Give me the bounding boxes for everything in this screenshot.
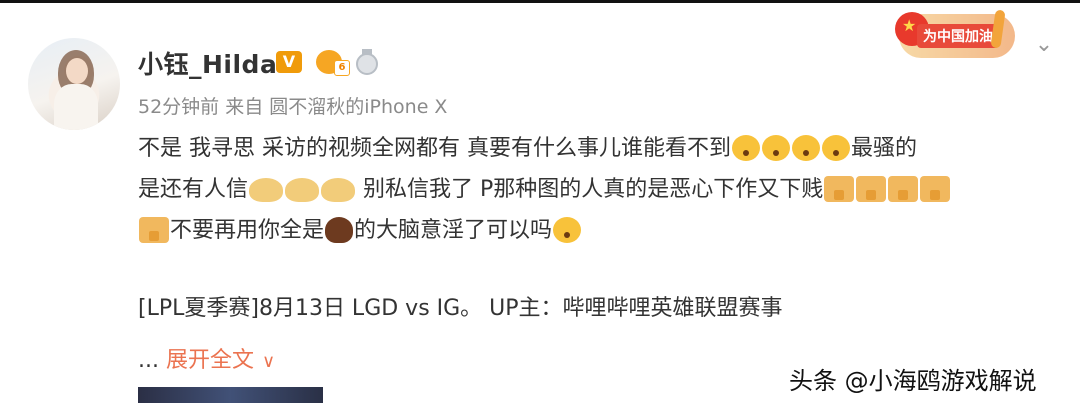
- username[interactable]: 小钰_Hilda: [138, 45, 277, 81]
- thumbs-down-icon: [888, 176, 919, 202]
- expand-full-text[interactable]: ... 展开全文 ∨: [138, 342, 275, 374]
- expand-label: 展开全文: [165, 348, 254, 373]
- surprised-face-icon: [821, 135, 850, 161]
- video-thumbnail[interactable]: [138, 387, 323, 403]
- content-line-2: 是还有人信 别私信我了 P那种图的人真的是恶心下作又下贱: [138, 169, 1053, 210]
- thumbs-down-icon: [824, 176, 855, 202]
- medal-icon[interactable]: [356, 49, 378, 75]
- thumbs-down-icon: [856, 176, 887, 202]
- content-text: 的大脑意淫了可以吗: [354, 218, 553, 243]
- pray-icon: [249, 178, 284, 202]
- video-link[interactable]: [LPL夏季赛]8月13日 LGD vs IG。 UP主：哔哩哔哩英雄联盟赛事: [138, 290, 783, 322]
- chevron-down-icon: ∨: [262, 351, 276, 372]
- thumbs-down-icon: [920, 176, 951, 202]
- promo-label: 为中国加油: [917, 24, 999, 48]
- content-text: 不是 我寻思 采访的视频全网都有 真要有什么事儿谁能看不到: [138, 136, 731, 161]
- thumbs-down-icon: [139, 217, 169, 243]
- content-line-1: 不是 我寻思 采访的视频全网都有 真要有什么事儿谁能看不到 最骚的: [138, 128, 1053, 169]
- star-icon: ★: [902, 16, 917, 35]
- watermark: 头条 @小海鸥游戏解说: [789, 367, 1037, 395]
- ellipsis: ...: [138, 348, 166, 373]
- content-text: 最骚的: [850, 136, 917, 161]
- promo-badge[interactable]: ★ 为中国加油: [893, 6, 1019, 62]
- avatar-face: [66, 58, 88, 84]
- post-content: 不是 我寻思 采访的视频全网都有 真要有什么事儿谁能看不到 最骚的 是还有人信 别…: [138, 128, 1053, 251]
- verified-vip-badge[interactable]: V: [276, 51, 302, 73]
- surprised-face-icon: [791, 135, 820, 161]
- surprised-face-icon: [731, 135, 760, 161]
- avatar-body: [54, 84, 98, 130]
- poop-icon: [325, 217, 354, 243]
- content-text: 别私信我了 P那种图的人真的是恶心下作又下贱: [356, 177, 824, 202]
- fan-badge-icon[interactable]: 6: [316, 48, 350, 76]
- surprised-face-icon: [761, 135, 790, 161]
- content-text: 不要再用你全是: [170, 218, 325, 243]
- medal-disc: [356, 53, 378, 75]
- chevron-down-icon[interactable]: ⌄: [1033, 34, 1055, 56]
- content-text: 是还有人信: [138, 177, 249, 202]
- pray-icon: [321, 178, 356, 202]
- surprised-face-icon: [553, 217, 582, 243]
- post-meta: 52分钟前 来自 圆不溜秋的iPhone X: [138, 96, 448, 118]
- content-line-3: 不要再用你全是 的大脑意淫了可以吗: [138, 210, 1053, 251]
- fan-badge-level: 6: [334, 60, 350, 76]
- pray-icon: [285, 178, 320, 202]
- avatar[interactable]: [28, 38, 120, 130]
